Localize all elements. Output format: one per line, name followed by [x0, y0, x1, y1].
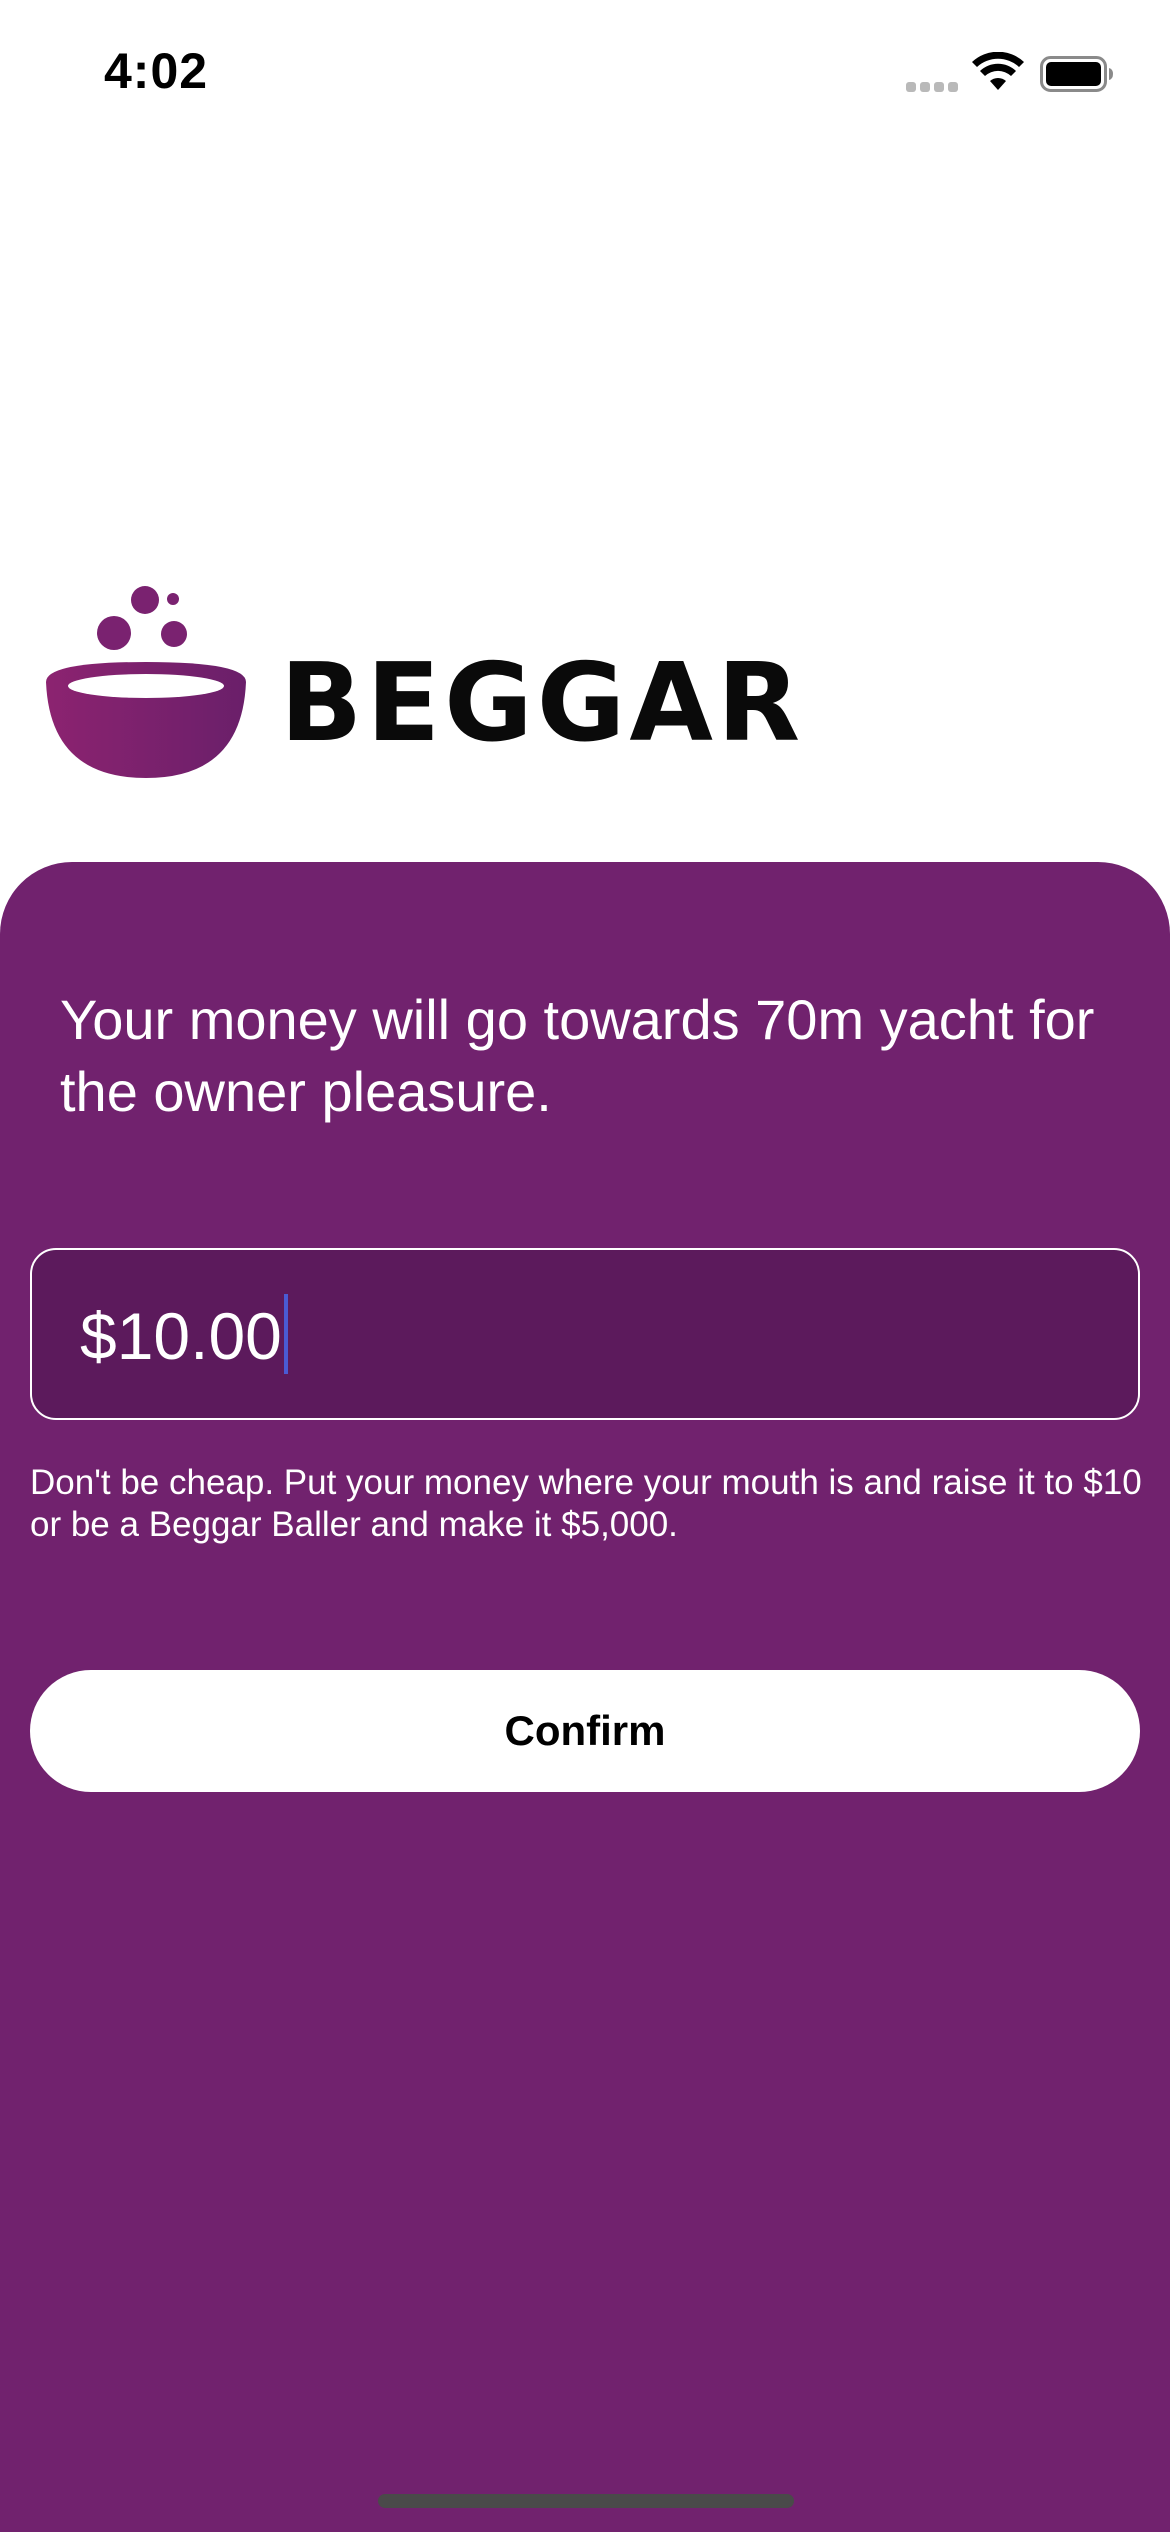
status-time: 4:02 [104, 43, 209, 99]
home-indicator[interactable] [378, 2494, 794, 2508]
beggar-logo: BEGGAR [42, 580, 802, 790]
amount-input[interactable]: $10.00 [30, 1248, 1140, 1420]
amount-value: $10.00 [80, 1299, 282, 1373]
amount-hint: Don't be cheap. Put your money where you… [30, 1463, 1142, 1544]
cellular-signal-icon [906, 82, 958, 94]
donation-panel: Your money will go towards 70m yacht for… [0, 862, 1170, 2532]
confirm-button[interactable]: Confirm [30, 1670, 1140, 1792]
donation-headline: Your money will go towards 70m yacht for… [60, 988, 1095, 1123]
text-cursor [283, 1294, 288, 1374]
wifi-icon [972, 52, 1024, 90]
battery-icon [1040, 56, 1113, 92]
logo-wordmark: BEGGAR [280, 641, 805, 766]
status-bar: 4:02 [0, 0, 1170, 150]
bowl-icon [46, 586, 246, 778]
confirm-label: Confirm [504, 1707, 666, 1754]
